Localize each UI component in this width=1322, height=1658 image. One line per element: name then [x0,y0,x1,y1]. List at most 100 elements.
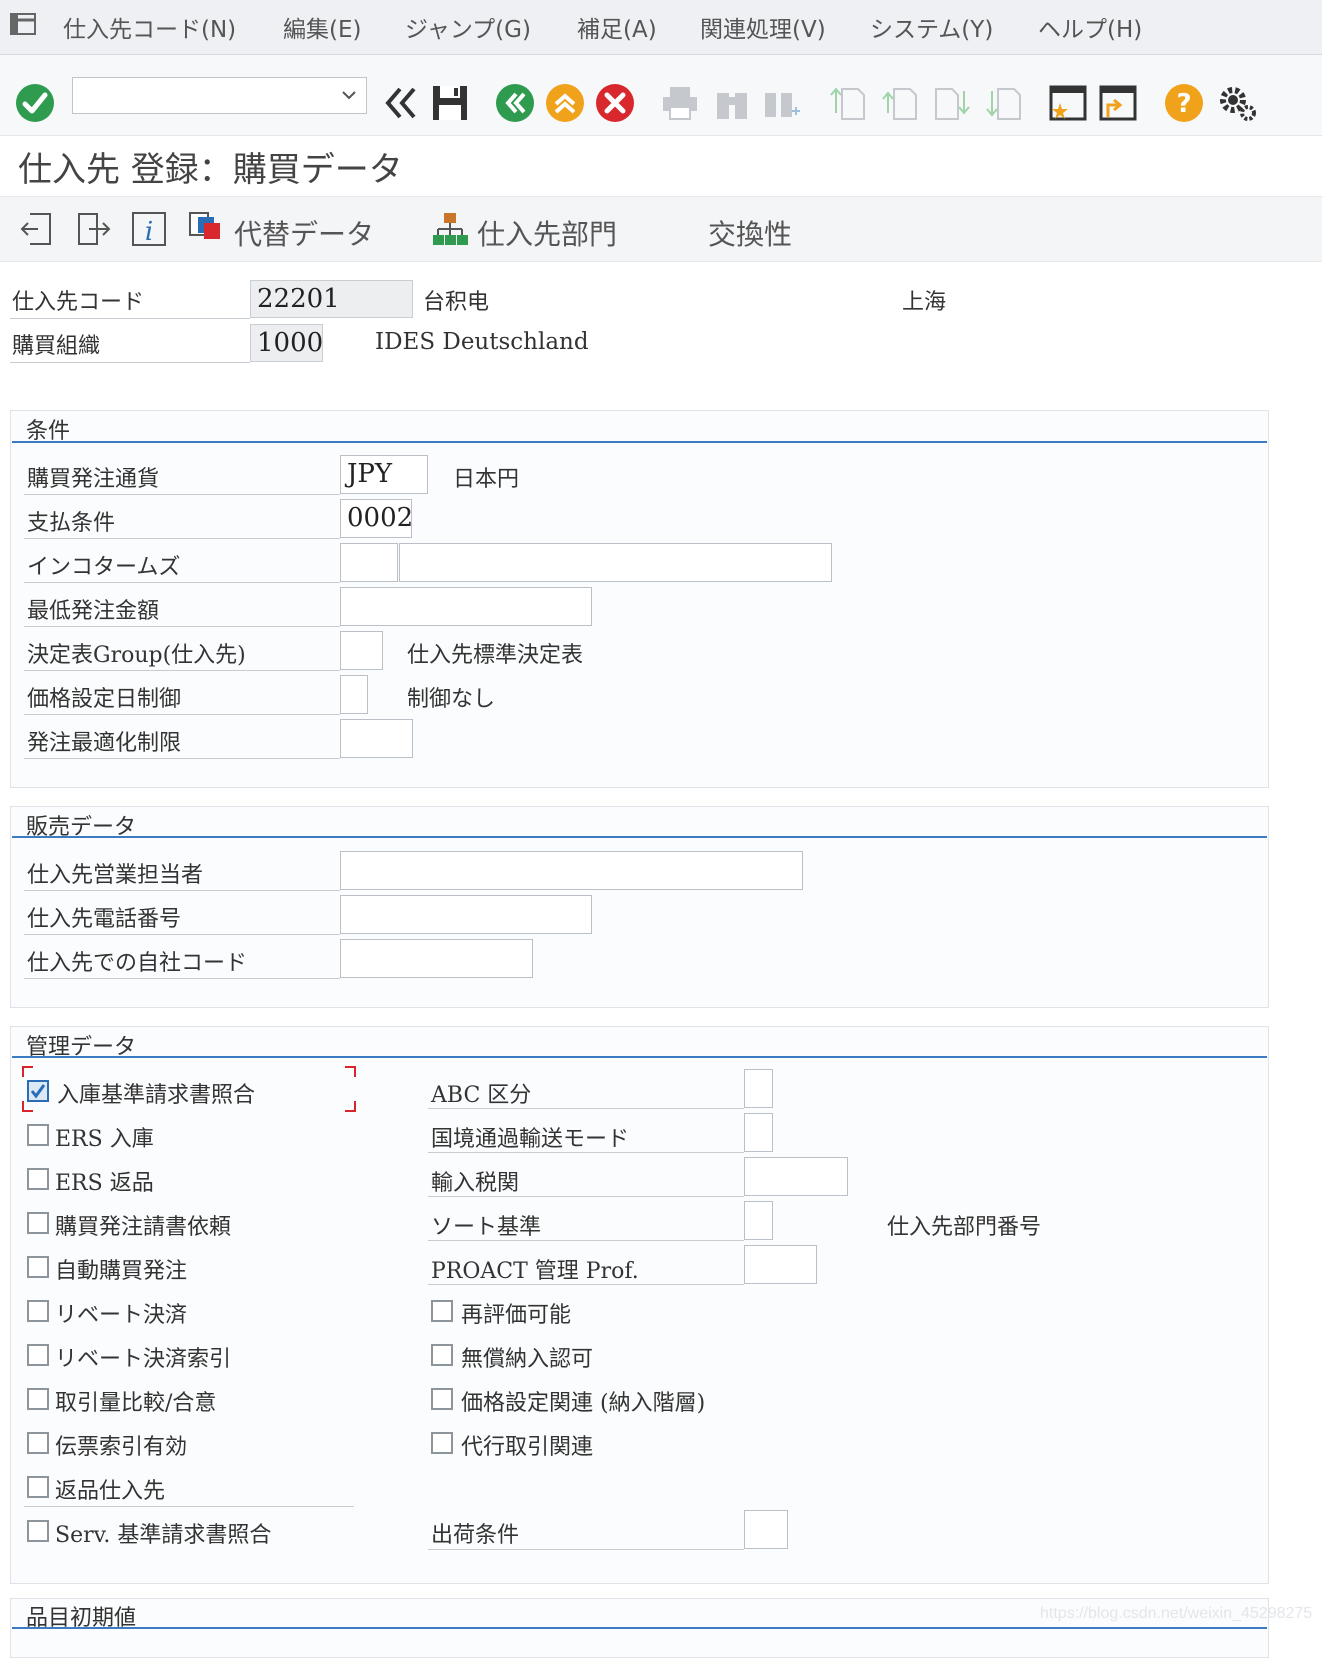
purch-org-field[interactable]: 1000 [250,324,323,362]
pricing-date-text: 制御なし [407,687,496,712]
menu-vendor[interactable]: 仕入先コード(N) [63,10,236,44]
account-label: 仕入先での自社コード [27,951,248,976]
next-screen-icon[interactable] [75,211,111,251]
pricing-date-label: 価格設定日制御 [27,687,182,712]
check-icon[interactable] [15,83,55,123]
svg-text:i: i [145,217,153,247]
transport-underline [428,1152,744,1153]
payment-terms-underline [24,538,340,539]
revaluation-label: 再評価可能 [461,1303,572,1328]
auto-po-label: 自動購買発注 [55,1259,188,1284]
phone-field[interactable] [340,895,592,934]
schema-group-field[interactable] [340,631,383,670]
agency-business-checkbox[interactable] [431,1432,453,1454]
last-page-icon[interactable] [984,83,1024,123]
ers-return-checkbox[interactable] [27,1168,49,1190]
exit-icon[interactable] [545,83,585,123]
conditions-group-line [12,441,1267,443]
application-toolbar: i 代替データ 仕入先部門 交換性 [0,196,1322,262]
srv-based-iv-checkbox[interactable] [27,1520,49,1542]
free-goods-checkbox[interactable] [431,1344,453,1366]
incoterms-field-2[interactable] [399,543,832,582]
conditions-group [10,410,1269,788]
revaluation-checkbox[interactable] [431,1300,453,1322]
next-page-icon[interactable] [932,83,972,123]
volume-compare-checkbox[interactable] [27,1388,49,1410]
po-currency-field[interactable]: JPY [340,455,428,494]
order-opt-field[interactable] [340,719,413,758]
salesperson-field[interactable] [340,851,803,890]
rebate-index-label: リベート決済索引 [55,1347,232,1372]
shortcut-icon[interactable] [1098,83,1138,123]
gr-based-iv-checkbox[interactable] [27,1080,49,1102]
menu-toggle-icon[interactable] [10,12,38,38]
ers-gr-checkbox[interactable] [27,1124,49,1146]
po-currency-underline [24,494,340,495]
sales-group-line [12,836,1267,838]
pricing-hier-checkbox[interactable] [431,1388,453,1410]
min-order-field[interactable] [340,587,592,626]
free-goods-label: 無償納入認可 [461,1347,594,1372]
purch-org-label-underline [10,362,250,363]
shipping-field[interactable] [744,1510,788,1549]
first-page-icon[interactable] [828,83,868,123]
find-icon[interactable] [712,83,752,123]
payment-terms-field[interactable]: 0002 [340,499,413,538]
sort-field[interactable] [744,1201,773,1240]
checkmark-icon [30,1084,46,1099]
back-double-chevron-icon[interactable] [380,83,420,123]
incoterms-field-1[interactable] [340,543,398,582]
org-structure-icon[interactable] [432,211,468,251]
vendor-dept-button[interactable]: 仕入先部門 [477,213,617,253]
purch-org-label: 購買組織 [12,334,101,359]
doc-index-checkbox[interactable] [27,1432,49,1454]
account-underline [24,978,340,979]
ack-reqd-checkbox[interactable] [27,1212,49,1234]
vendor-field[interactable]: 22201 [250,280,413,318]
customs-field[interactable] [744,1157,848,1196]
rebate-checkbox[interactable] [27,1300,49,1322]
account-field[interactable] [340,939,533,978]
watermark: https://blog.csdn.net/weixin_45298275 [1040,1605,1313,1622]
proact-field[interactable] [744,1245,817,1284]
vendor-label: 仕入先コード [12,290,145,315]
menu-environment[interactable]: 関連処理(V) [700,10,826,44]
rebate-index-checkbox[interactable] [27,1344,49,1366]
chevron-down-icon[interactable] [340,86,358,108]
help-icon[interactable]: ? [1164,83,1204,123]
previous-page-icon[interactable] [880,83,920,123]
incoterms-underline [24,582,340,583]
find-next-icon[interactable] [762,83,802,123]
schema-group-text: 仕入先標準決定表 [407,643,584,668]
cancel-icon[interactable] [595,83,635,123]
settings-gear-icon[interactable] [1218,83,1258,123]
previous-screen-icon[interactable] [20,211,56,251]
pricing-date-field[interactable] [340,675,368,714]
pricing-date-underline [24,714,340,715]
alt-data-icon[interactable] [188,207,224,247]
return-vendor-checkbox[interactable] [27,1476,49,1498]
info-icon[interactable]: i [131,211,167,251]
create-session-icon[interactable] [1048,83,1088,123]
save-icon[interactable] [430,83,470,123]
menu-bar: 仕入先コード(N) 編集(E) ジャンプ(G) 補足(A) 関連処理(V) シス… [0,0,1322,55]
shipping-underline [428,1549,744,1550]
auto-po-checkbox[interactable] [27,1256,49,1278]
transport-label: 国境通過輸送モード [431,1127,630,1152]
print-icon[interactable] [660,83,700,123]
menu-edit[interactable]: 編集(E) [283,10,361,44]
menu-goto[interactable]: ジャンプ(G) [405,10,531,44]
command-field[interactable] [72,77,367,114]
phone-underline [24,934,340,935]
return-vendor-underline [24,1506,354,1507]
alt-data-button[interactable]: 代替データ [234,213,374,253]
interchangeability-button[interactable]: 交換性 [708,213,792,253]
abc-field[interactable] [744,1069,773,1108]
menu-system[interactable]: システム(Y) [870,10,993,44]
menu-help[interactable]: ヘルプ(H) [1038,10,1142,44]
transport-field[interactable] [744,1113,773,1152]
menu-extras[interactable]: 補足(A) [577,10,657,44]
proact-underline [428,1284,744,1285]
shipping-label: 出荷条件 [431,1523,520,1548]
back-icon[interactable] [495,83,535,123]
